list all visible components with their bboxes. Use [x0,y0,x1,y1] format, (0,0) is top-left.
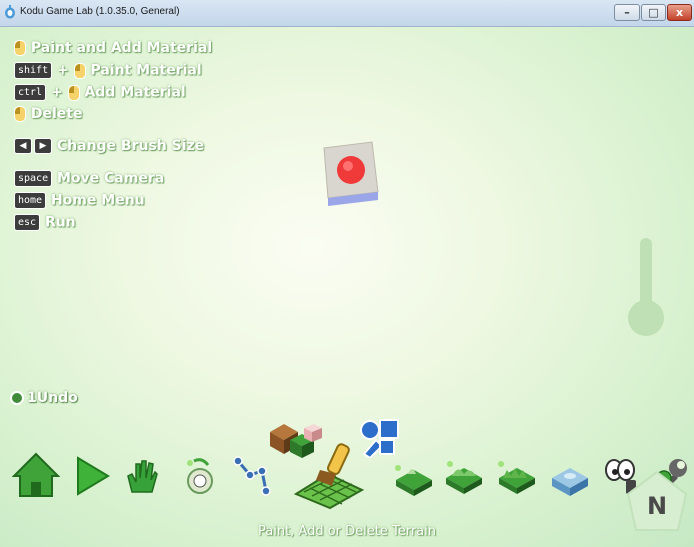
close-icon: x [675,6,684,19]
maximize-button[interactable]: □ [641,4,666,21]
kodu-window: Kodu Game Lab (1.0.35.0, General) – □ x … [0,0,694,547]
help-run: esc Run [14,214,76,231]
undo-icon [10,391,24,405]
tool-status-text: Paint, Add or Delete Terrain [257,524,437,539]
help-add-material: ctrl + Add Material [14,84,186,101]
help-home-menu-label: Home Menu [50,192,145,209]
brush-size-slider[interactable] [626,238,666,338]
space-key: space [14,170,53,187]
right-mouse-icon [14,106,26,122]
plus-sign: + [56,62,69,79]
undo-label: 1Undo [27,390,78,406]
brush-cursor-cube[interactable] [320,140,380,210]
play-icon[interactable] [74,456,110,496]
right-arrow-key-icon: ▶ [34,138,52,154]
terrain-smooth-icon[interactable] [442,460,484,496]
home-icon[interactable] [12,452,60,498]
help-move-camera-label: Move Camera [56,170,165,187]
water-icon[interactable] [548,462,590,498]
help-paint-material-label: Paint Material [90,62,202,79]
help-paint-add-label: Paint and Add Material [30,40,213,56]
help-paint-material: shift + Paint Material [14,62,202,79]
left-arrow-key-icon: ◀ [14,138,32,154]
help-home-menu: home Home Menu [14,192,145,209]
help-run-label: Run [44,214,76,231]
kodu-creatable-icon[interactable] [182,455,216,495]
help-brush-size: ◀ ▶ Change Brush Size [14,138,204,154]
left-mouse-icon [14,40,26,56]
help-delete: Delete [14,106,82,122]
path-tool-icon[interactable] [232,455,272,497]
help-move-camera: space Move Camera [14,170,164,187]
minimize-button[interactable]: – [614,4,640,21]
window-title: Kodu Game Lab (1.0.35.0, General) [20,6,180,17]
kodu-app-icon [5,5,15,19]
plus-sign: + [50,84,63,101]
help-add-material-label: Add Material [84,84,186,101]
home-key: home [14,192,47,209]
esc-key: esc [14,214,41,231]
left-mouse-icon [67,84,80,101]
help-brush-size-label: Change Brush Size [56,138,205,154]
help-delete-label: Delete [30,106,83,122]
help-paint-add: Paint and Add Material [14,40,212,56]
title-bar: Kodu Game Lab (1.0.35.0, General) – □ x [0,0,694,27]
minimize-icon: – [624,6,630,19]
terrain-paint-brush-icon[interactable] [290,440,370,510]
object-tool-icon[interactable] [124,458,158,494]
terrain-roughen-icon[interactable] [495,460,537,496]
left-mouse-icon [73,62,86,79]
ctrl-key: ctrl [14,84,47,101]
undo-button[interactable]: 1Undo [10,390,78,406]
compass-label: N [647,492,667,520]
maximize-icon: □ [648,6,659,19]
terrain-raise-icon[interactable] [392,462,434,498]
shift-key: shift [14,62,53,79]
close-button[interactable]: x [667,4,692,21]
